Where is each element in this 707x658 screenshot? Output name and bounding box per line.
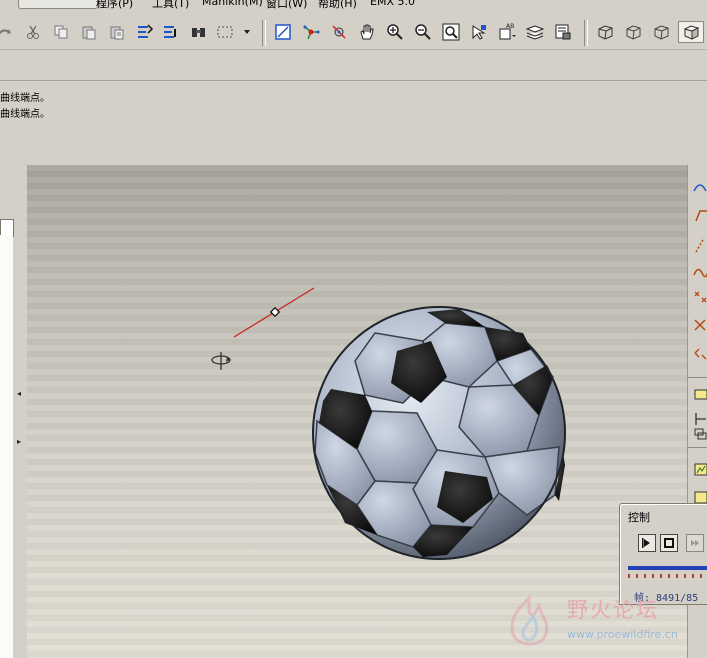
timeline-track[interactable] [628, 566, 707, 570]
window-tab-button[interactable] [18, 0, 98, 9]
wireframe-icon[interactable] [594, 21, 616, 43]
annotation-icon[interactable] [692, 387, 707, 405]
menu-bar: 程序(P) 工具(T) Manikin(M) 窗口(W) 帮助(H) EMX 5… [0, 0, 707, 9]
orient-mode-icon[interactable] [328, 21, 350, 43]
find-icon[interactable] [188, 21, 210, 43]
dropdown-arrow-icon[interactable] [240, 21, 254, 43]
soccer-ball-model[interactable] [312, 306, 566, 560]
analysis-icon[interactable] [692, 345, 707, 363]
fast-forward-button[interactable] [686, 534, 704, 552]
timeline-ticks [628, 574, 707, 578]
model-setup-icon[interactable] [552, 21, 574, 43]
paste-icon[interactable] [78, 21, 100, 43]
hidden-line-icon[interactable] [622, 21, 644, 43]
toolbar-separator [262, 20, 266, 46]
menu-emx[interactable]: EMX 5.0 [370, 0, 415, 8]
redo-icon[interactable] [0, 21, 16, 43]
menu-help[interactable]: 帮助(H) [318, 0, 357, 9]
svg-text:AB: AB [506, 23, 514, 30]
spin-cursor-icon [211, 352, 231, 370]
repaint-icon[interactable] [272, 21, 294, 43]
panel-sash[interactable]: ◂ ▸ [14, 165, 27, 658]
zoom-out-icon[interactable] [412, 21, 434, 43]
regenerate-icon[interactable] [134, 21, 156, 43]
watermark-url: www.proewildfire.cn [567, 628, 678, 641]
graphics-canvas[interactable] [27, 165, 687, 658]
zoom-in-icon[interactable] [384, 21, 406, 43]
message-line: 曲线端点。 [0, 93, 50, 104]
pan-hand-icon[interactable] [356, 21, 378, 43]
curve-endpoint-marker[interactable] [269, 306, 281, 318]
play-button[interactable] [638, 534, 656, 552]
control-panel-title: 控制 [628, 511, 650, 524]
coordinate-system-icon[interactable] [692, 317, 707, 335]
datum-point-icon[interactable] [692, 289, 707, 307]
menu-program[interactable]: 程序(P) [96, 0, 133, 9]
secondary-toolbar-strip [0, 50, 707, 81]
datum-curve-icon[interactable] [692, 237, 707, 255]
toolbar-separator [584, 20, 588, 46]
selection-box-icon[interactable] [214, 21, 236, 43]
chart-icon[interactable] [692, 461, 707, 479]
sketch-curve-icon[interactable] [692, 265, 707, 283]
message-area: 曲线端点。 曲线端点。 [0, 81, 707, 165]
regenerate-manager-icon[interactable] [160, 21, 182, 43]
paste-special-icon[interactable] [106, 21, 128, 43]
forum-watermark: 野火论坛 www.proewildfire.cn [497, 590, 707, 658]
menu-manikin[interactable]: Manikin(M) [202, 0, 263, 8]
stop-button[interactable] [660, 534, 678, 552]
spin-center-icon[interactable] [300, 21, 322, 43]
datum-axis-icon[interactable] [692, 209, 707, 227]
flame-logo-icon [510, 594, 549, 646]
connection-icon[interactable] [692, 427, 707, 445]
layers-icon[interactable] [524, 21, 546, 43]
saved-views-icon[interactable]: AB [496, 21, 518, 43]
copy-icon[interactable] [50, 21, 72, 43]
menu-window[interactable]: 窗口(W) [266, 0, 307, 9]
collapse-left-icon[interactable]: ◂ [17, 389, 21, 398]
menu-tools[interactable]: 工具(T) [152, 0, 189, 9]
main-toolbar: AB [0, 9, 707, 50]
refit-icon[interactable] [440, 21, 462, 43]
cut-icon[interactable] [22, 21, 44, 43]
watermark-brand: 野火论坛 [567, 598, 659, 622]
reorient-icon[interactable] [468, 21, 490, 43]
message-line: 曲线端点。 [0, 109, 50, 120]
shading-icon[interactable] [678, 21, 704, 43]
no-hidden-icon[interactable] [650, 21, 672, 43]
datum-plane-icon[interactable] [692, 179, 707, 197]
model-tree-list[interactable] [0, 235, 13, 658]
model-tree-panel [0, 165, 15, 658]
graphics-window[interactable] [27, 165, 687, 658]
expand-right-icon[interactable]: ▸ [17, 437, 21, 446]
